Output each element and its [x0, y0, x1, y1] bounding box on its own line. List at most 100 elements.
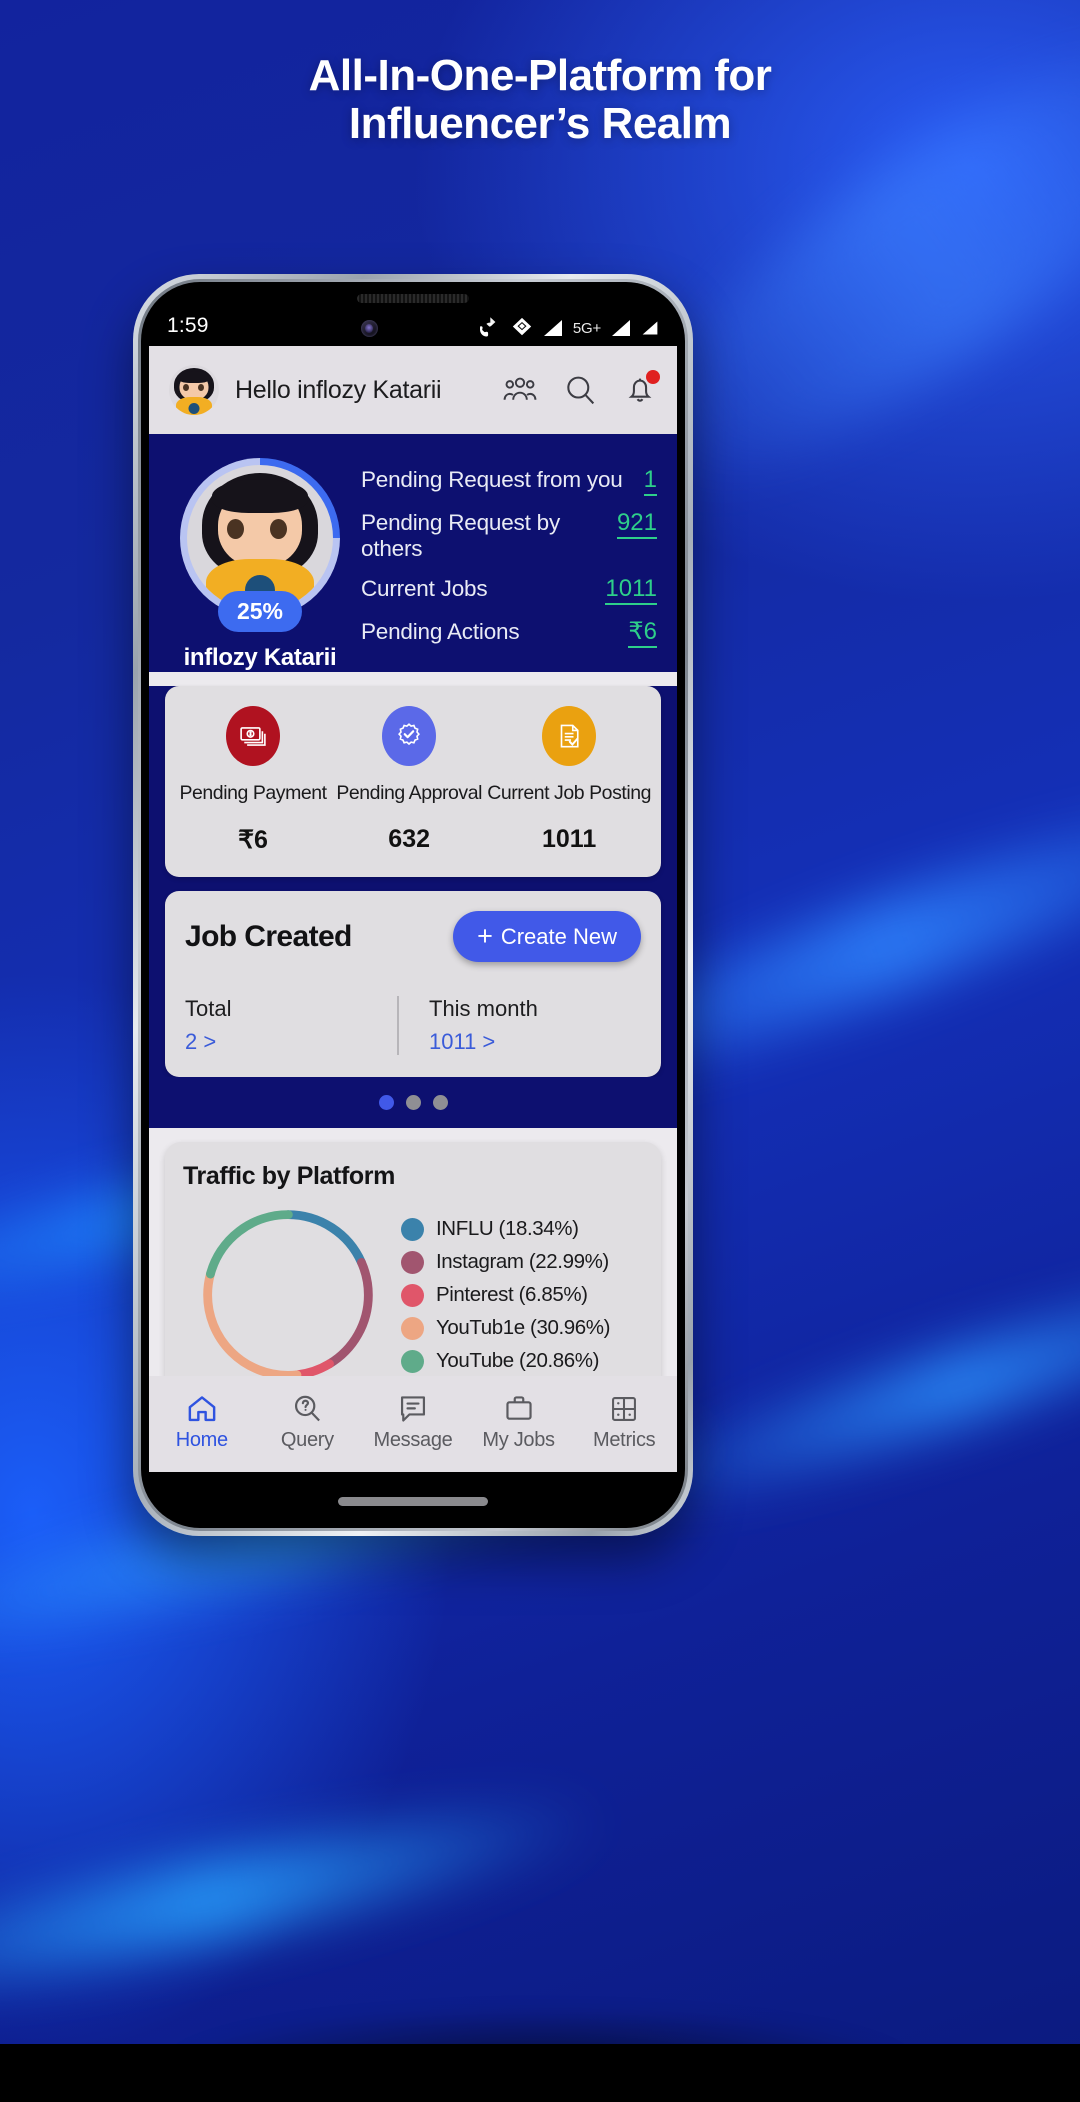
nav-item-home[interactable]: Home [149, 1392, 255, 1452]
carousel-dot[interactable] [432, 1095, 448, 1110]
phone-bezel: 1:59 5G+ Hello inflozy Katarii 25% inflo… [138, 279, 688, 1531]
nav-label: Home [175, 1429, 228, 1451]
status-bar-icons: 5G+ [478, 316, 659, 338]
headline-line-1: All-In-One-Platform for [308, 51, 772, 100]
stat-value[interactable]: 921 [616, 509, 657, 539]
legend-item[interactable]: YouTub1e (30.96%) [401, 1316, 643, 1340]
search-icon[interactable] [563, 373, 597, 407]
group-icon[interactable] [503, 373, 537, 407]
profile-photo[interactable] [187, 465, 333, 611]
profile-summary: 25% inflozy Katarii Pending Request from… [149, 434, 677, 672]
signal-icon [610, 318, 632, 338]
legend-swatch-icon [401, 1349, 424, 1373]
legend-label: Instagram (22.99%) [436, 1250, 609, 1273]
phone-mockup: 1:59 5G+ Hello inflozy Katarii 25% inflo… [133, 274, 693, 1536]
job-month-column[interactable]: This month 1011 > [397, 996, 641, 1055]
home-indicator[interactable] [338, 1497, 488, 1506]
page-title: All-In-One-Platform for Influencer’s Rea… [0, 52, 1080, 147]
create-new-button[interactable]: + Create New [453, 911, 641, 962]
list-item[interactable]: Pending Request from you 1 [361, 460, 657, 503]
legend-label: Pinterest (6.85%) [436, 1283, 588, 1306]
bottom-navigation: Home Query Message My Jobs Metrics [149, 1376, 677, 1472]
list-item[interactable]: Current Jobs 1011 [361, 569, 657, 612]
legend-item[interactable]: Pinterest (6.85%) [401, 1283, 643, 1307]
plus-icon: + [477, 921, 493, 951]
profile-stats-list: Pending Request from you 1 Pending Reque… [351, 452, 657, 672]
metric-value: 632 [388, 825, 431, 853]
header-actions [503, 370, 660, 407]
status-bar: 1:59 5G+ [141, 282, 685, 346]
app-content: 25% inflozy Katarii Pending Request from… [149, 434, 677, 1376]
wifi-icon [511, 316, 533, 338]
metric-current-job-posting[interactable]: Current Job Posting 1011 [487, 706, 651, 855]
job-total-column[interactable]: Total 2 > [185, 996, 397, 1055]
metric-label: Pending Payment [179, 782, 327, 804]
legend-label: INFLU (18.34%) [436, 1217, 579, 1240]
phone-screen: 1:59 5G+ Hello inflozy Katarii 25% inflo… [141, 282, 685, 1528]
stat-value[interactable]: 1 [643, 466, 657, 496]
stat-label: Pending Request by others [361, 509, 561, 561]
job-card-header: Job Created + Create New [185, 911, 641, 962]
chart-body: INFLU (18.34%) Instagram (22.99%) Pinter… [183, 1197, 643, 1376]
traffic-section: Traffic by Platform INFLU (18.34%) Insta… [149, 1128, 677, 1376]
call-wifi-icon [478, 316, 502, 338]
nav-label: Metrics [593, 1429, 656, 1451]
legend-swatch-icon [401, 1316, 424, 1340]
nav-item-query[interactable]: Query [255, 1392, 361, 1452]
list-item[interactable]: Pending Actions ₹6 [361, 612, 657, 655]
chart-title: Traffic by Platform [183, 1162, 395, 1190]
traffic-by-platform-card: Traffic by Platform INFLU (18.34%) Insta… [165, 1142, 661, 1376]
job-total-value[interactable]: 2 > [185, 1029, 397, 1055]
legend-item[interactable]: INFLU (18.34%) [401, 1217, 643, 1241]
stat-value[interactable]: ₹6 [628, 618, 657, 648]
app-header: Hello inflozy Katarii [149, 346, 677, 434]
avatar[interactable] [169, 365, 219, 415]
legend-label: YouTube (20.86%) [436, 1349, 600, 1372]
donut-chart [183, 1197, 393, 1376]
signal-icon [542, 318, 564, 338]
metrics-card: Pending Payment ₹6 Pending Approval 632 … [165, 686, 661, 877]
nav-item-metrics[interactable]: Metrics [571, 1392, 677, 1452]
metric-pending-approval[interactable]: Pending Approval 632 [331, 706, 487, 855]
money-icon [226, 706, 281, 766]
carousel-dot[interactable] [378, 1095, 394, 1110]
nav-item-my-jobs[interactable]: My Jobs [466, 1392, 572, 1452]
job-total-label: Total [185, 996, 232, 1021]
verified-icon [382, 706, 437, 766]
legend-item[interactable]: Instagram (22.99%) [401, 1250, 643, 1274]
create-new-label: Create New [500, 923, 617, 949]
legend-item[interactable]: YouTube (20.86%) [401, 1349, 643, 1373]
app-viewport: Hello inflozy Katarii 25% inflozy Katari… [149, 346, 677, 1472]
profile-completion-ring: 25% [180, 458, 340, 632]
job-month-value[interactable]: 1011 > [429, 1029, 641, 1055]
bell-icon[interactable] [623, 370, 660, 407]
completion-percent-badge: 25% [217, 591, 303, 632]
list-item[interactable]: Pending Request by others 921 [361, 503, 657, 569]
stat-value[interactable]: 1011 [605, 575, 657, 605]
signal-icon [641, 318, 659, 338]
greeting-text: Hello inflozy Katarii [235, 375, 442, 404]
job-card-stats: Total 2 > This month 1011 > [185, 996, 641, 1055]
metric-label: Current Job Posting [487, 782, 652, 804]
metric-value: 1011 [541, 825, 597, 853]
legend-swatch-icon [401, 1250, 424, 1274]
status-bar-time: 1:59 [167, 314, 209, 337]
metric-pending-payment[interactable]: Pending Payment ₹6 [175, 706, 331, 855]
chart-legend: INFLU (18.34%) Instagram (22.99%) Pinter… [393, 1208, 643, 1376]
stat-label: Current Jobs [361, 575, 488, 601]
job-month-label: This month [429, 996, 538, 1021]
headline-line-2: Influencer’s Realm [348, 98, 732, 148]
stat-label: Pending Actions [361, 618, 520, 644]
stat-label: Pending Request from you [361, 467, 623, 492]
carousel-dots-top[interactable] [149, 1077, 677, 1128]
legend-label: YouTub1e (30.96%) [436, 1316, 611, 1339]
job-created-card: Job Created + Create New Total 2 > This … [165, 891, 661, 1077]
profile-avatar-block: 25% inflozy Katarii [169, 452, 351, 672]
profile-name: inflozy Katarii [183, 644, 337, 671]
nav-item-message[interactable]: Message [360, 1392, 466, 1452]
metric-label: Pending Approval [336, 782, 482, 804]
network-type-label: 5G+ [572, 320, 601, 337]
notification-badge [646, 370, 660, 384]
carousel-dot[interactable] [405, 1095, 421, 1110]
job-created-title: Job Created [185, 919, 352, 953]
